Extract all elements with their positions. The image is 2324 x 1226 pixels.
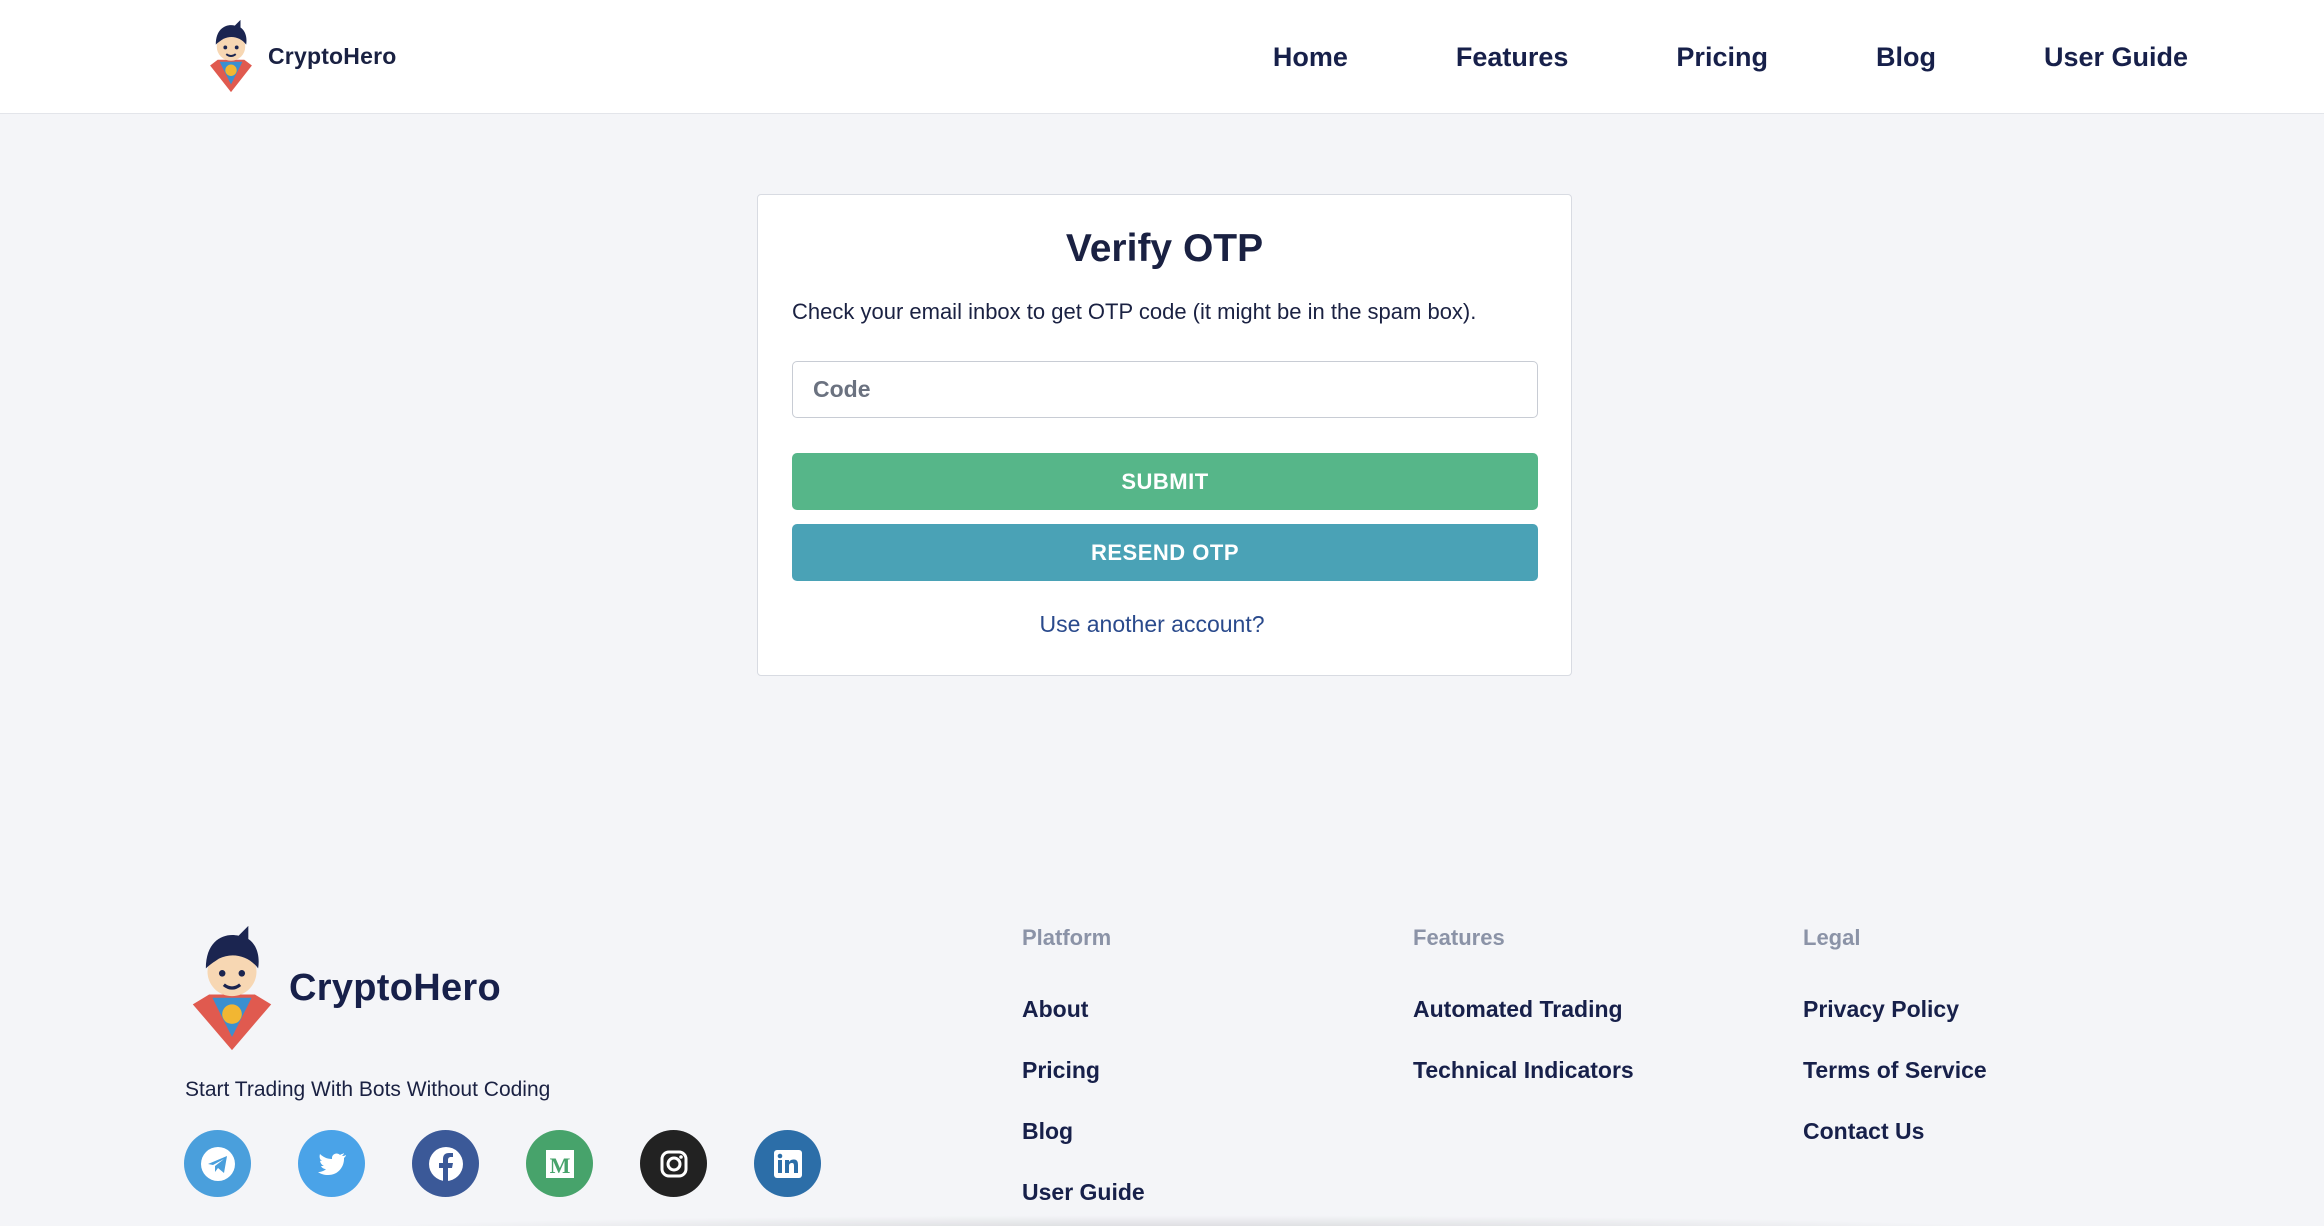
footer-heading-legal: Legal [1803,925,1861,950]
social-links: M [184,1130,868,1197]
footer-tagline: Start Trading With Bots Without Coding [185,1078,551,1101]
footer-link-terms-of-service[interactable]: Terms of Service [1803,1056,1987,1117]
footer-link-technical-indicators[interactable]: Technical Indicators [1413,1056,1634,1117]
footer-link-about[interactable]: About [1022,995,1145,1056]
otp-code-input[interactable] [792,361,1538,418]
linkedin-link[interactable] [754,1130,821,1197]
verify-otp-card: Verify OTP Check your email inbox to get… [757,194,1572,676]
twitter-icon [317,1152,346,1175]
card-title: Verify OTP [1065,227,1264,270]
nav-features[interactable]: Features [1456,42,1569,73]
header-logo[interactable]: CryptoHero [202,18,397,94]
footer-column-features: Features Automated Trading Technical Ind… [1413,925,1634,1117]
footer-link-privacy-policy[interactable]: Privacy Policy [1803,995,1987,1056]
facebook-link[interactable] [412,1130,479,1197]
instagram-icon [660,1150,687,1177]
nav-pricing[interactable]: Pricing [1676,42,1768,73]
submit-button[interactable]: SUBMIT [792,453,1538,510]
footer-link-contact-us[interactable]: Contact Us [1803,1117,1987,1178]
mascot-logo-icon [210,19,252,93]
mascot-logo-icon [192,925,272,1051]
footer-heading-platform: Platform [1022,925,1112,950]
nav-blog[interactable]: Blog [1876,42,1936,73]
footer-logo[interactable]: CryptoHero [183,922,501,1054]
linkedin-icon [773,1149,802,1178]
footer-brand-name: CryptoHero [289,966,502,1009]
footer-column-platform: Platform About Pricing Blog User Guide [1022,925,1145,1226]
footer-link-automated-trading[interactable]: Automated Trading [1413,995,1634,1056]
card-description: Check your email inbox to get OTP code (… [792,299,1477,324]
twitter-link[interactable] [298,1130,365,1197]
footer-column-legal: Legal Privacy Policy Terms of Service Co… [1803,925,1987,1178]
footer-heading-features: Features [1413,925,1505,950]
telegram-icon [200,1146,235,1181]
nav-home[interactable]: Home [1273,42,1348,73]
medium-link[interactable]: M [526,1130,593,1197]
use-another-account-link[interactable]: Use another account? [758,611,1571,638]
svg-text:M: M [549,1153,570,1178]
resend-otp-button[interactable]: RESEND OTP [792,524,1538,581]
main-nav: Home Features Pricing Blog User Guide [1273,0,2188,114]
medium-icon: M [545,1149,574,1178]
footer-link-pricing[interactable]: Pricing [1022,1056,1145,1117]
footer-link-blog[interactable]: Blog [1022,1117,1145,1178]
facebook-icon [428,1146,463,1181]
instagram-link[interactable] [640,1130,707,1197]
nav-user-guide[interactable]: User Guide [2044,42,2188,73]
top-navbar: CryptoHero Home Features Pricing Blog Us… [0,0,2324,114]
header-brand-name: CryptoHero [268,42,397,69]
telegram-link[interactable] [184,1130,251,1197]
bottom-shadow [330,1215,2030,1226]
